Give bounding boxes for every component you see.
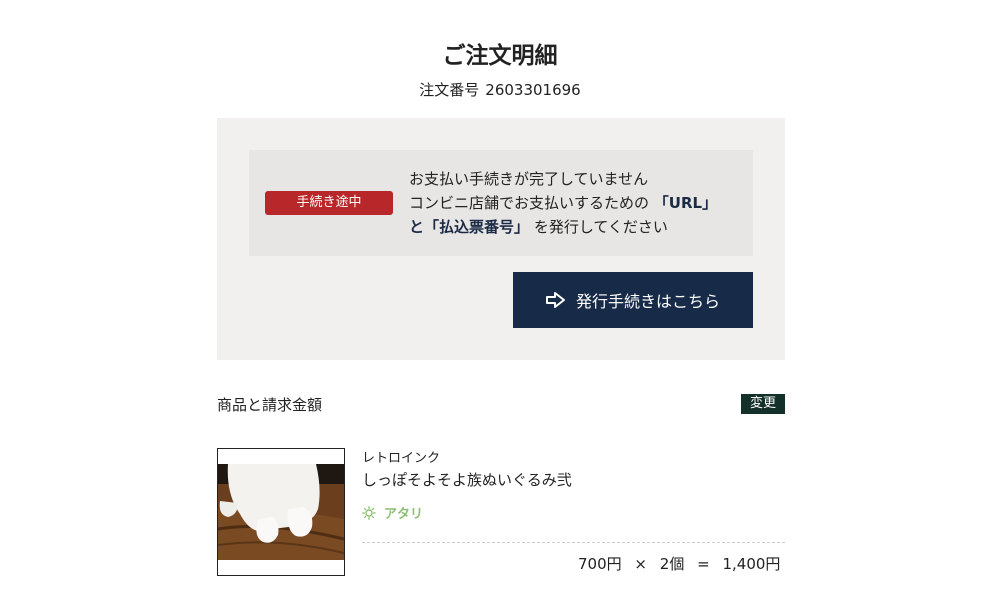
order-number-line: 注文番号 2603301696	[0, 79, 1000, 100]
product-image[interactable]	[217, 448, 345, 576]
issue-payment-button-label: 発行手続きはこちら	[575, 292, 720, 311]
notice-slip-number-emphasis: 「払込票番号」	[424, 218, 530, 236]
notice-line-3: と「払込票番号」 を発行してください	[409, 215, 717, 239]
product-variant: アタリ	[362, 503, 423, 522]
notice-line-3-suffix: を発行してください	[533, 218, 668, 236]
equals-sign: =	[697, 555, 710, 573]
times-sign: ×	[634, 555, 647, 573]
notice-line-1: お支払い手続きが完了していません	[409, 170, 649, 188]
change-button[interactable]: 変更	[741, 394, 785, 414]
quantity: 2個	[659, 555, 685, 573]
sun-icon	[362, 505, 376, 520]
product-name[interactable]: しっぽそよそよ族ぬいぐるみ弐	[362, 469, 572, 490]
notice-line-3-prefix: と	[409, 218, 425, 236]
section-title-items: 商品と請求金額	[217, 396, 323, 414]
issue-payment-button[interactable]: 発行手続きはこちら	[513, 272, 753, 328]
product-variant-label: アタリ	[384, 507, 424, 522]
arrow-right-outline-icon	[545, 292, 565, 308]
order-number-value: 2603301696	[485, 81, 581, 99]
notice-url-emphasis: 「URL」	[653, 194, 718, 212]
notice-line-2: コンビニ店舗でお支払いするための 「URL」	[409, 191, 717, 215]
order-number-label: 注文番号	[419, 81, 480, 99]
divider	[362, 542, 785, 543]
price-calculation: 700円 × 2個 = 1,400円	[578, 553, 780, 574]
notice-line-2-text: コンビニ店舗でお支払いするための	[409, 194, 650, 212]
payment-notice: 手続き途中 お支払い手続きが完了していません コンビニ店舗でお支払いするための …	[249, 150, 753, 256]
product-brand: レトロインク	[362, 451, 441, 466]
payment-status-panel: 手続き途中 お支払い手続きが完了していません コンビニ店舗でお支払いするための …	[217, 118, 785, 360]
notice-message: お支払い手続きが完了していません コンビニ店舗でお支払いするための 「URL」 …	[409, 167, 717, 239]
status-badge: 手続き途中	[265, 191, 393, 215]
page-title: ご注文明細	[442, 43, 558, 69]
line-total: 1,400円	[722, 555, 781, 573]
unit-price: 700円	[578, 555, 622, 573]
cat-paws-photo	[218, 449, 344, 575]
